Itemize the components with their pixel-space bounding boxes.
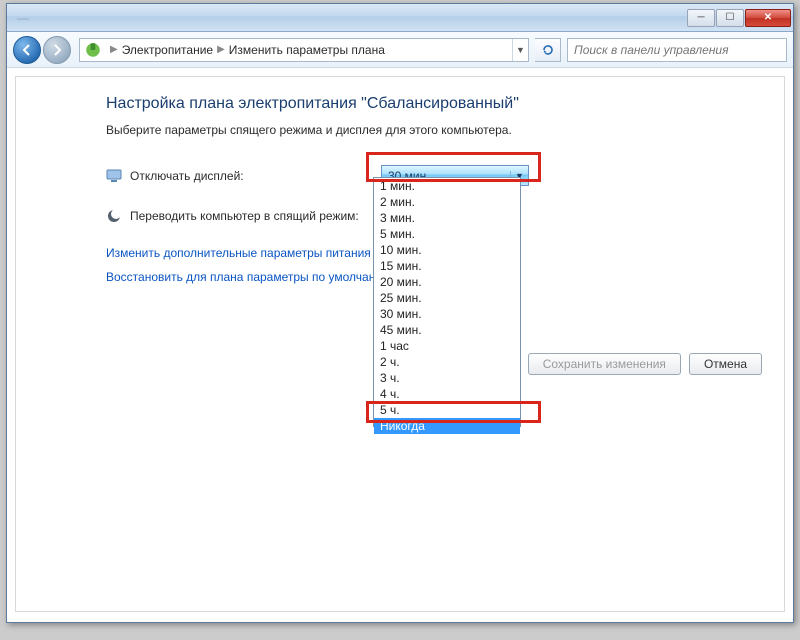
dropdown-option[interactable]: 3 ч.: [374, 370, 520, 386]
minimize-button[interactable]: ─: [687, 9, 715, 27]
dropdown-option[interactable]: 20 мин.: [374, 274, 520, 290]
nav-forward-button[interactable]: [43, 36, 71, 64]
breadcrumb-item[interactable]: Изменить параметры плана: [229, 43, 385, 57]
page-title: Настройка плана электропитания "Сбаланси…: [106, 95, 756, 113]
title-bar: — ─ ☐ ✕: [7, 4, 793, 32]
dropdown-option[interactable]: 2 ч.: [374, 354, 520, 370]
arrow-left-icon: [21, 44, 33, 56]
sleep-label: Переводить компьютер в спящий режим:: [130, 209, 359, 223]
dropdown-option[interactable]: 4 ч.: [374, 386, 520, 402]
titlebar-blurred-text: —: [17, 11, 29, 25]
power-plan-icon: [84, 41, 102, 59]
chevron-right-icon: ▶: [213, 44, 229, 55]
monitor-icon: [106, 168, 122, 184]
maximize-button[interactable]: ☐: [716, 9, 744, 27]
dropdown-option[interactable]: 3 мин.: [374, 210, 520, 226]
refresh-button[interactable]: [535, 38, 561, 62]
nav-row: ▶ Электропитание ▶ Изменить параметры пл…: [7, 32, 793, 68]
save-button-label: Сохранить изменения: [543, 357, 666, 371]
page-subtitle: Выберите параметры спящего режима и дисп…: [106, 123, 756, 137]
dropdown-option[interactable]: 1 мин.: [374, 178, 520, 194]
dropdown-option[interactable]: 5 мин.: [374, 226, 520, 242]
chevron-right-icon: ▶: [106, 44, 122, 55]
dropdown-option[interactable]: Никогда: [374, 418, 520, 434]
dropdown-option[interactable]: 10 мин.: [374, 242, 520, 258]
turn-off-display-label: Отключать дисплей:: [130, 169, 244, 183]
cancel-button-label: Отмена: [704, 357, 747, 371]
close-button[interactable]: ✕: [745, 9, 791, 27]
address-bar[interactable]: ▶ Электропитание ▶ Изменить параметры пл…: [79, 38, 529, 62]
dropdown-option[interactable]: 1 час: [374, 338, 520, 354]
dropdown-option[interactable]: 5 ч.: [374, 402, 520, 418]
arrow-right-icon: [51, 44, 63, 56]
dropdown-option[interactable]: 15 мин.: [374, 258, 520, 274]
cancel-button[interactable]: Отмена: [689, 353, 762, 375]
dropdown-option[interactable]: 25 мин.: [374, 290, 520, 306]
breadcrumb-item[interactable]: Электропитание: [122, 43, 213, 57]
refresh-icon: [541, 43, 555, 57]
dropdown-option[interactable]: 45 мин.: [374, 322, 520, 338]
save-button[interactable]: Сохранить изменения: [528, 353, 681, 375]
address-dropdown-arrow[interactable]: ▼: [512, 39, 528, 61]
dropdown-option[interactable]: 2 мин.: [374, 194, 520, 210]
window-frame: — ─ ☐ ✕ ▶ Электропитание ▶ Изменить пара…: [6, 3, 794, 623]
button-row: Сохранить изменения Отмена: [528, 353, 762, 375]
dropdown-list[interactable]: 1 мин.2 мин.3 мин.5 мин.10 мин.15 мин.20…: [373, 177, 521, 427]
nav-back-button[interactable]: [13, 36, 41, 64]
search-input[interactable]: [567, 38, 787, 62]
dropdown-option[interactable]: 30 мин.: [374, 306, 520, 322]
moon-icon: [106, 208, 122, 224]
